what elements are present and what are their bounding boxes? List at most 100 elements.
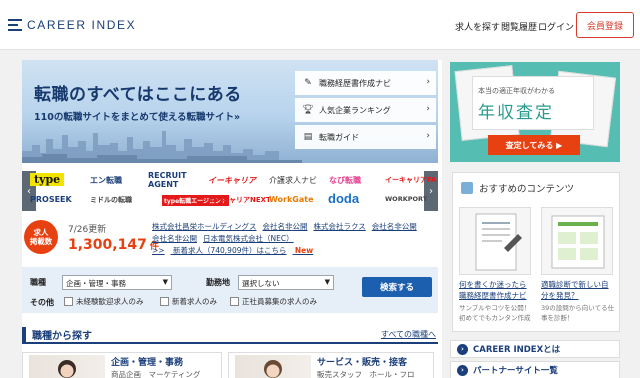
brand-logo-middle[interactable]: ミドルの転職 (90, 195, 132, 205)
ad-small-text: 本当の適正年収がわかる (478, 87, 555, 95)
occupation-photo (29, 355, 105, 378)
nav-job-search[interactable]: 求人を探す (455, 20, 500, 33)
hero-menu-label: 転職ガイド (319, 132, 359, 142)
location-label: 勤務地 (206, 278, 230, 287)
occupation-photo (235, 355, 311, 378)
brand-logo-ecareer[interactable]: イーキャリア (208, 175, 256, 186)
new-jobs-prefix: >> (152, 246, 165, 255)
other-label: その他 (30, 298, 54, 307)
brand-logo-doda[interactable]: doda (328, 191, 359, 206)
check-label: 新着求人のみ (172, 297, 217, 306)
checkbox[interactable] (160, 297, 169, 306)
hero-menu-guide[interactable]: ▤ 転職ガイド › (295, 125, 436, 149)
city-skyline-image (22, 131, 302, 163)
job-count-value: 1,300,147 (68, 237, 147, 253)
recommended-card-resume[interactable]: 何を書くか迷ったら職務経歴書作成ナビ サンプルやコツを公開！初めてでもカンタン作… (459, 207, 531, 327)
recommended-desc: 39の設問から向いてる仕事を診断！ (541, 304, 615, 322)
occupation-sub: 販売スタッフ ホール・フロ (317, 370, 415, 378)
job-type-label: 職種 (30, 278, 46, 287)
occupation-card-service[interactable]: サービス・販売・接客 販売スタッフ ホール・フロ (228, 352, 434, 378)
check-new[interactable]: 新着求人のみ (160, 296, 217, 307)
recommended-card-diagnosis[interactable]: 適職診断で新しい自分を発見？ 39の設問から向いてる仕事を診断！ (541, 207, 615, 327)
partner-logo-carousel: ‹ › type エン転職 RECRUIT AGENT イーキャリア 介護求人ナ… (22, 171, 438, 211)
brand-logo-recruit-agent[interactable]: RECRUIT AGENT (148, 171, 208, 189)
hero-menu-label: 人気企業ランキング (319, 105, 391, 115)
occupation-name: サービス・販売・接客 (317, 358, 408, 368)
hero-menu-resume-navi[interactable]: ✎ 職務経歴書作成ナビ › (295, 71, 436, 95)
book-icon: ▤ (303, 132, 313, 142)
check-label: 未経験歓迎求人のみ (76, 297, 144, 306)
chevron-right-icon: › (426, 131, 430, 141)
check-inexperienced[interactable]: 未経験歓迎求人のみ (64, 296, 144, 307)
salary-assessment-ad[interactable]: 本当の適正年収がわかる 年収査定 査定してみる ▶ (450, 62, 620, 162)
side-link-label: パートナーサイト一覧 (473, 366, 558, 376)
badge-line: 求人 (33, 228, 49, 237)
location-value: 選択しない (242, 279, 280, 288)
checkbox[interactable] (230, 297, 239, 306)
brand-logo-en[interactable]: エン転職 (90, 175, 122, 186)
pencil-icon: ✎ (304, 78, 312, 88)
search-button[interactable]: 検索する (362, 277, 432, 297)
company-link[interactable]: 会社名非公開 (262, 222, 307, 231)
chevron-right-icon: › (426, 77, 430, 87)
about-career-index-link[interactable]: › CAREER INDEXとは (450, 340, 620, 358)
brand-logo-ecareer-next[interactable]: イーキャリアNEXT (208, 195, 271, 205)
recommended-desc: サンプルやコツを公開！初めてでもカンタン作成 (459, 304, 531, 322)
brand-logo-ecareer-fa[interactable]: イーキャリアFA (385, 175, 436, 185)
new-jobs-text: 新着求人（740,909件）はこちら (172, 246, 287, 255)
check-fulltime[interactable]: 正社員募集の求人のみ (230, 296, 317, 307)
checkbox[interactable] (64, 297, 73, 306)
trophy-icon: 🏆︎ (302, 105, 314, 115)
nav-login[interactable]: ログイン (538, 20, 574, 33)
main-panel: 転職のすべてはここにある 110の転職サイトをまとめて使える転職サイト» ✎ 職… (22, 60, 442, 378)
recommend-icon (461, 182, 473, 194)
site-header: CAREER INDEX 求人を探す 閲覧履歴 ログイン 会員登録 (0, 0, 640, 50)
chevron-right-icon: › (426, 104, 430, 114)
company-link[interactable]: 会社名非公開 (372, 222, 417, 231)
company-link[interactable]: 株式会社ラクス (313, 222, 365, 231)
hero-menu: ✎ 職務経歴書作成ナビ › 🏆︎ 人気企業ランキング › ▤ 転職ガイド › (295, 71, 436, 152)
company-link[interactable]: 日本電気株式会社（NEC） (203, 234, 294, 243)
brand-logo-type[interactable]: type (30, 173, 65, 186)
badge-line: 掲載数 (29, 237, 53, 246)
hero-menu-ranking[interactable]: 🏆︎ 人気企業ランキング › (295, 98, 436, 122)
register-button[interactable]: 会員登録 (576, 12, 634, 38)
site-logo[interactable]: CAREER INDEX (8, 18, 136, 32)
hero-banner[interactable]: 転職のすべてはここにある 110の転職サイトをまとめて使える転職サイト» ✎ 職… (22, 60, 438, 163)
job-count-section: 求人 掲載数 7/26更新 1,300,147 件 株式会社昌栄ホールディングス会… (22, 220, 438, 260)
brand-logo-navi[interactable]: なび転職 (329, 175, 361, 186)
brand-logo-kaigo[interactable]: 介護求人ナビ (269, 175, 317, 186)
brand-logo-workport[interactable]: WORKPORT (385, 195, 427, 203)
occupation-name: 企画・管理・事務 (111, 358, 184, 368)
resume-navi-thumbnail (459, 207, 531, 275)
hero-title: 転職のすべてはここにある (34, 85, 242, 105)
location-select[interactable]: 選択しない ▼ (238, 275, 334, 290)
logo-mark-icon (8, 19, 22, 31)
featured-companies: 株式会社昌栄ホールディングス 会社名非公開 株式会社ラクス 会社名非公開 会社名非公開… (152, 221, 438, 257)
occupation-card-planning[interactable]: 企画・管理・事務 商品企画 マーケティング (22, 352, 222, 378)
chevron-down-icon: ▼ (324, 278, 330, 286)
company-link[interactable]: 株式会社昌栄ホールディングス (152, 222, 256, 231)
logo-text: CAREER INDEX (27, 18, 137, 32)
occupation-title: 職種から探す (22, 327, 92, 342)
job-type-select[interactable]: 企画・管理・事務 ▼ (62, 275, 172, 290)
new-jobs-link[interactable]: >> 新着求人（740,909件）はこちら New (152, 246, 319, 255)
check-label: 正社員募集の求人のみ (242, 297, 317, 306)
all-occupations-link[interactable]: すべての職種へ (381, 329, 436, 340)
company-link[interactable]: 会社名非公開 (152, 234, 197, 243)
recommended-link[interactable]: 適職診断で新しい自分を発見？ (541, 279, 615, 301)
diagnosis-thumbnail (541, 207, 613, 275)
brand-logo-workgate[interactable]: WorkGate (269, 195, 314, 204)
recommended-link[interactable]: 何を書くか迷ったら職務経歴書作成ナビ (459, 279, 533, 301)
chevron-down-icon: ▼ (162, 278, 168, 286)
recommended-contents: おすすめのコンテンツ 何を書くか迷ったら職務経歴書作成ナビ サンプルやコツを公開… (452, 172, 620, 332)
nav-history[interactable]: 閲覧履歴 (501, 20, 537, 33)
job-search-form: 職種 企画・管理・事務 ▼ 勤務地 選択しない ▼ その他 未経験歓迎求人のみ 新着… (22, 267, 438, 313)
assess-button[interactable]: 査定してみる ▶ (488, 135, 580, 155)
recommended-header: おすすめのコンテンツ (461, 181, 574, 195)
partner-sites-link[interactable]: › パートナーサイト一覧 (450, 361, 620, 378)
chevron-right-icon: › (457, 343, 468, 355)
update-date: 7/26更新 (68, 225, 107, 235)
brand-logo-proseek[interactable]: PROSEEK (30, 195, 72, 204)
hero-subtitle[interactable]: 110の転職サイトをまとめて使える転職サイト» (34, 109, 240, 123)
